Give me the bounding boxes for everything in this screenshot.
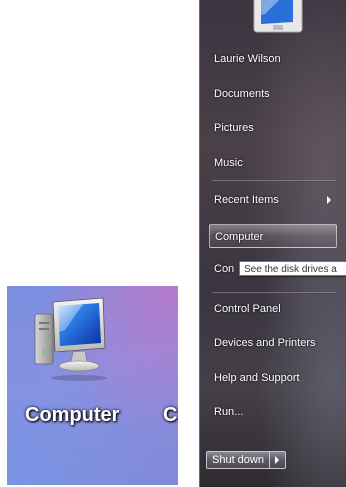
menu-item-pictures[interactable]: Pictures [209,116,337,140]
submenu-arrow-icon [327,196,331,204]
menu-separator [212,292,336,294]
menu-item-help-support[interactable]: Help and Support [209,366,337,390]
start-menu-right-pane: Laurie Wilson Documents Pictures Music R… [199,0,346,487]
shutdown-button[interactable]: Shut down [206,451,270,469]
desktop-area: Computer C [7,286,178,485]
menu-item-computer[interactable]: Computer [209,224,337,248]
menu-item-music[interactable]: Music [209,151,337,175]
menu-item-control-panel[interactable]: Control Panel [209,297,337,321]
menu-item-devices-printers[interactable]: Devices and Printers [209,331,337,355]
desktop-icon-label-partial[interactable]: C [163,404,177,427]
menu-item-recent-items[interactable]: Recent Items [209,188,337,212]
shutdown-options-arrow-icon[interactable] [269,451,286,469]
desktop-icon-label[interactable]: Computer [25,404,119,427]
computer-tooltip: See the disk drives a [239,261,346,276]
menu-separator [212,180,336,182]
user-picture-icon[interactable] [253,0,303,34]
menu-item-recent-items-label: Recent Items [214,194,279,206]
menu-item-user[interactable]: Laurie Wilson [209,47,337,71]
shutdown-control: Shut down [206,451,286,469]
computer-monitor-icon[interactable] [33,296,109,382]
menu-item-run[interactable]: Run... [209,400,337,424]
menu-item-documents[interactable]: Documents [209,82,337,106]
